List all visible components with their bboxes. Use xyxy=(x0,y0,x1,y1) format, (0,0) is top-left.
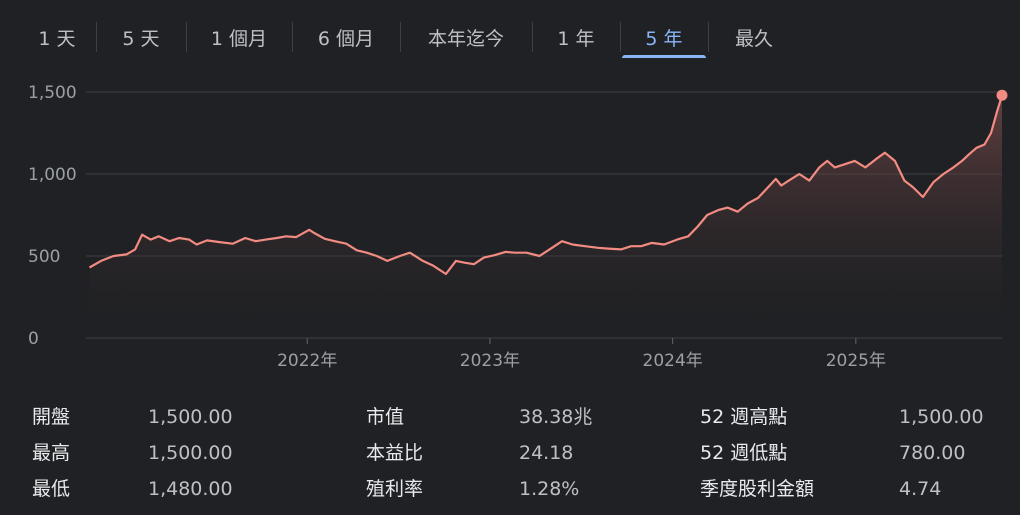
stats-row: 最低 1,480.00 殖利率 1.28% 季度股利金額 4.74 xyxy=(0,474,1020,504)
y-axis-labels: 0 500 1,000 1,500 xyxy=(28,83,77,349)
latest-price-dot[interactable] xyxy=(996,89,1008,101)
y-tick-label: 500 xyxy=(28,247,60,267)
stat-value-52wk-high: 1,500.00 xyxy=(899,406,984,428)
time-range-tabs: 1 天 5 天 1 個月 6 個月 本年迄今 1 年 5 年 最久 xyxy=(18,14,800,60)
stats-row: 開盤 1,500.00 市值 38.38兆 52 週高點 1,500.00 xyxy=(0,402,1020,432)
y-tick-label: 0 xyxy=(28,329,39,349)
y-tick-label: 1,000 xyxy=(28,165,77,185)
x-tick-label: 2025年 xyxy=(826,351,886,371)
stat-label-dividend-yield: 殖利率 xyxy=(366,478,424,500)
stat-label-quarterly-dividend: 季度股利金額 xyxy=(700,478,815,500)
tab-1-month[interactable]: 1 個月 xyxy=(186,14,292,60)
tab-5-days[interactable]: 5 天 xyxy=(96,14,186,60)
stat-value-market-cap: 38.38兆 xyxy=(519,406,593,428)
stats-row: 最高 1,500.00 本益比 24.18 52 週低點 780.00 xyxy=(0,438,1020,468)
tab-6-months[interactable]: 6 個月 xyxy=(292,14,400,60)
stat-label-market-cap: 市值 xyxy=(366,406,405,428)
stat-value-low: 1,480.00 xyxy=(148,478,233,500)
tab-1-day[interactable]: 1 天 xyxy=(18,14,96,60)
stat-value-high: 1,500.00 xyxy=(148,442,233,464)
stat-label-low: 最低 xyxy=(32,478,71,500)
tab-5-years[interactable]: 5 年 xyxy=(620,14,708,60)
x-tick-label: 2023年 xyxy=(460,351,520,371)
x-tick-label: 2022年 xyxy=(277,351,337,371)
stat-value-open: 1,500.00 xyxy=(148,406,233,428)
price-chart: 0 500 1,000 1,500 2022年 2023年 2024年 2025年 xyxy=(28,83,1008,371)
price-area-fill xyxy=(89,95,1002,338)
stat-label-52wk-high: 52 週高點 xyxy=(700,406,788,428)
stat-value-dividend-yield: 1.28% xyxy=(519,478,580,500)
stat-value-pe-ratio: 24.18 xyxy=(519,442,574,464)
stat-label-52wk-low: 52 週低點 xyxy=(700,442,788,464)
x-axis-labels: 2022年 2023年 2024年 2025年 xyxy=(277,338,886,371)
stats-table: 開盤 1,500.00 市值 38.38兆 52 週高點 1,500.00 最高… xyxy=(0,398,1020,508)
tab-max[interactable]: 最久 xyxy=(708,14,800,60)
tab-1-year[interactable]: 1 年 xyxy=(532,14,620,60)
y-tick-label: 1,500 xyxy=(28,83,77,103)
stat-value-quarterly-dividend: 4.74 xyxy=(899,478,942,500)
tab-ytd[interactable]: 本年迄今 xyxy=(400,14,532,60)
stat-label-pe-ratio: 本益比 xyxy=(366,442,424,464)
x-tick-label: 2024年 xyxy=(643,351,703,371)
stat-label-high: 最高 xyxy=(32,442,71,464)
stat-label-open: 開盤 xyxy=(32,406,71,428)
stat-value-52wk-low: 780.00 xyxy=(899,442,966,464)
